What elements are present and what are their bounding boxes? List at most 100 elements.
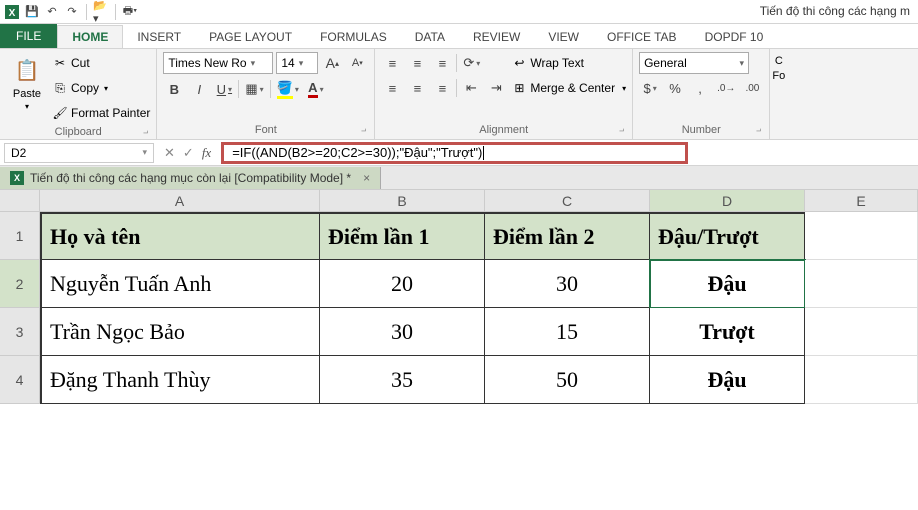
group-number: General▾ $ % , .0→ .00 Number	[633, 49, 770, 139]
spreadsheet-grid[interactable]: A B C D E 1 Họ và tên Điểm lần 1 Điểm lầ…	[0, 190, 918, 404]
cancel-formula-icon[interactable]: ✕	[164, 145, 175, 161]
cell-C1[interactable]: Điểm lần 2	[485, 212, 650, 260]
cell-B2[interactable]: 20	[320, 260, 485, 308]
tab-review[interactable]: REVIEW	[459, 26, 534, 48]
grow-font-button[interactable]: A▴	[321, 52, 343, 74]
cell-A1[interactable]: Họ và tên	[40, 212, 320, 260]
orientation-button[interactable]: ⟳	[460, 52, 483, 74]
cell-D1[interactable]: Đậu/Trượt	[650, 212, 805, 260]
cell-C2[interactable]: 30	[485, 260, 650, 308]
accept-formula-icon[interactable]: ✓	[183, 145, 194, 161]
print-icon[interactable]: 🖶▾	[122, 4, 138, 20]
tab-office-tab[interactable]: OFFICE TAB	[593, 26, 691, 48]
cell-E1[interactable]	[805, 212, 918, 260]
row-header-2[interactable]: 2	[0, 260, 40, 308]
tab-dopdf[interactable]: doPDF 10	[691, 26, 778, 48]
group-clipboard: 📋 Paste ▾ ✂Cut ⎘Copy▾ 🖌Format Painter Cl…	[0, 49, 157, 139]
format-painter-button[interactable]: 🖌Format Painter	[52, 102, 150, 124]
save-icon[interactable]: 💾	[24, 4, 40, 20]
redo-icon[interactable]: ↷	[64, 4, 80, 20]
app-title: Tiến độ thi công các hạng m	[760, 4, 910, 18]
group-label-number: Number	[639, 122, 763, 138]
document-tab[interactable]: X Tiến độ thi công các hạng mục còn lại …	[0, 167, 381, 189]
font-color-button[interactable]: A	[305, 78, 327, 100]
paste-icon: 📋	[11, 54, 43, 86]
wrap-icon: ↩	[511, 55, 527, 71]
tab-insert[interactable]: INSERT	[123, 26, 195, 48]
cell-E3[interactable]	[805, 308, 918, 356]
comma-button[interactable]: ,	[689, 77, 711, 99]
align-center-button[interactable]: ≡	[406, 77, 428, 99]
cell-D3[interactable]: Trượt	[650, 308, 805, 356]
row-header-3[interactable]: 3	[0, 308, 40, 356]
increase-indent-button[interactable]: ⇥	[485, 77, 507, 99]
cell-B3[interactable]: 30	[320, 308, 485, 356]
formula-input[interactable]: =IF((AND(B2>=20;C2>=30));"Đậu";"Trượt")	[221, 142, 688, 164]
svg-text:X: X	[9, 8, 16, 19]
wrap-text-button[interactable]: ↩Wrap Text	[511, 52, 626, 74]
increase-decimal-button[interactable]: .0→	[714, 77, 738, 99]
cell-E2[interactable]	[805, 260, 918, 308]
cell-C3[interactable]: 15	[485, 308, 650, 356]
workbook-icon: X	[10, 171, 24, 185]
number-format-combo[interactable]: General▾	[639, 52, 749, 74]
tab-file[interactable]: FILE	[0, 24, 57, 48]
quick-access-toolbar: X 💾 ↶ ↷ 📂▾ 🖶▾ Tiến độ thi công các hạng …	[0, 0, 918, 24]
tab-view[interactable]: VIEW	[534, 26, 593, 48]
tab-page-layout[interactable]: PAGE LAYOUT	[195, 26, 306, 48]
decrease-indent-button[interactable]: ⇤	[460, 77, 482, 99]
tab-home[interactable]: HOME	[57, 25, 123, 48]
cell-E4[interactable]	[805, 356, 918, 404]
col-header-D[interactable]: D	[650, 190, 805, 212]
copy-button[interactable]: ⎘Copy▾	[52, 77, 150, 99]
merge-icon: ⊞	[511, 80, 527, 96]
decrease-decimal-button[interactable]: .00	[741, 77, 763, 99]
shrink-font-button[interactable]: A▾	[346, 52, 368, 74]
cell-D4[interactable]: Đậu	[650, 356, 805, 404]
close-tab-icon[interactable]: ×	[363, 171, 370, 185]
fx-icon[interactable]: fx	[202, 145, 211, 161]
align-middle-button[interactable]: ≡	[406, 52, 428, 74]
currency-button[interactable]: $	[639, 77, 661, 99]
cut-button[interactable]: ✂Cut	[52, 52, 150, 74]
cell-A2[interactable]: Nguyễn Tuấn Anh	[40, 260, 320, 308]
align-right-button[interactable]: ≡	[431, 77, 453, 99]
row-header-4[interactable]: 4	[0, 356, 40, 404]
row-header-1[interactable]: 1	[0, 212, 40, 260]
tab-formulas[interactable]: FORMULAS	[306, 26, 401, 48]
align-bottom-button[interactable]: ≡	[431, 52, 453, 74]
document-tab-bar: X Tiến độ thi công các hạng mục còn lại …	[0, 166, 918, 190]
cell-A4[interactable]: Đặng Thanh Thùy	[40, 356, 320, 404]
paste-button[interactable]: 📋 Paste ▾	[6, 52, 48, 113]
cell-A3[interactable]: Trần Ngọc Bảo	[40, 308, 320, 356]
cell-B1[interactable]: Điểm lần 1	[320, 212, 485, 260]
col-header-E[interactable]: E	[805, 190, 918, 212]
group-label-alignment: Alignment	[381, 122, 626, 138]
undo-icon[interactable]: ↶	[44, 4, 60, 20]
cell-B4[interactable]: 35	[320, 356, 485, 404]
group-label-font: Font	[163, 122, 368, 138]
open-icon[interactable]: 📂▾	[93, 4, 109, 20]
fill-color-button[interactable]: 🪣	[274, 78, 302, 100]
cell-D2[interactable]: Đậu	[650, 260, 805, 308]
col-header-A[interactable]: A	[40, 190, 320, 212]
bold-button[interactable]: B	[163, 78, 185, 100]
col-header-B[interactable]: B	[320, 190, 485, 212]
col-header-C[interactable]: C	[485, 190, 650, 212]
name-box[interactable]: D2▾	[4, 143, 154, 163]
align-top-button[interactable]: ≡	[381, 52, 403, 74]
group-alignment: ≡ ≡ ≡ ⟳ ≡ ≡ ≡ ⇤ ⇥ ↩Wrap Text ⊞Merge & Ce…	[375, 49, 633, 139]
font-size-combo[interactable]: 14▾	[276, 52, 318, 74]
font-name-combo[interactable]: Times New Ro▾	[163, 52, 273, 74]
merge-center-button[interactable]: ⊞Merge & Center▾	[511, 77, 626, 99]
border-button[interactable]: ▦	[242, 78, 266, 100]
bucket-icon: 🪣	[277, 80, 293, 99]
italic-button[interactable]: I	[188, 78, 210, 100]
tab-data[interactable]: DATA	[401, 26, 459, 48]
align-left-button[interactable]: ≡	[381, 77, 403, 99]
select-all-corner[interactable]	[0, 190, 40, 212]
ribbon: 📋 Paste ▾ ✂Cut ⎘Copy▾ 🖌Format Painter Cl…	[0, 48, 918, 140]
percent-button[interactable]: %	[664, 77, 686, 99]
cell-C4[interactable]: 50	[485, 356, 650, 404]
underline-button[interactable]: U	[213, 78, 235, 100]
